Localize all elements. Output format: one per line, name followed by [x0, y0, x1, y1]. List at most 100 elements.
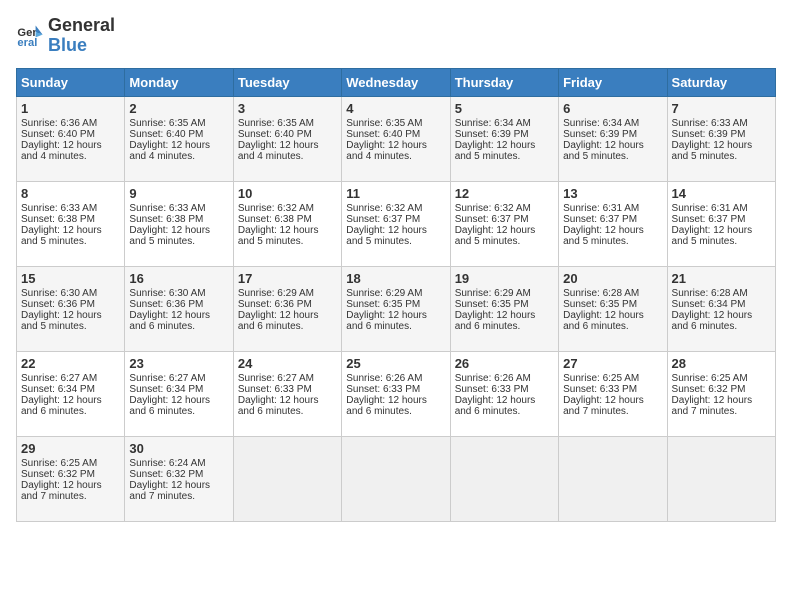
- day-info-line: Sunrise: 6:25 AM: [21, 458, 120, 469]
- day-info-line: Sunrise: 6:28 AM: [672, 288, 771, 299]
- day-number: 11: [346, 186, 445, 201]
- day-number: 13: [563, 186, 662, 201]
- header-friday: Friday: [559, 68, 667, 96]
- day-number: 26: [455, 356, 554, 371]
- day-info-line: Sunrise: 6:32 AM: [455, 203, 554, 214]
- day-number: 28: [672, 356, 771, 371]
- day-number: 24: [238, 356, 337, 371]
- day-info-line: Daylight: 12 hours: [238, 310, 337, 321]
- day-info-line: Sunrise: 6:30 AM: [21, 288, 120, 299]
- day-info-line: Daylight: 12 hours: [672, 140, 771, 151]
- day-info-line: Sunrise: 6:27 AM: [129, 373, 228, 384]
- day-info-line: Daylight: 12 hours: [21, 310, 120, 321]
- day-info-line: Sunset: 6:34 PM: [129, 384, 228, 395]
- day-info-line: Sunset: 6:36 PM: [129, 299, 228, 310]
- day-info-line: and 4 minutes.: [346, 151, 445, 162]
- day-info-line: and 5 minutes.: [563, 151, 662, 162]
- day-info-line: Sunset: 6:37 PM: [672, 214, 771, 225]
- day-info-line: and 6 minutes.: [129, 406, 228, 417]
- calendar-cell: 23Sunrise: 6:27 AMSunset: 6:34 PMDayligh…: [125, 351, 233, 436]
- week-row-4: 22Sunrise: 6:27 AMSunset: 6:34 PMDayligh…: [17, 351, 776, 436]
- day-number: 20: [563, 271, 662, 286]
- day-info-line: Sunrise: 6:32 AM: [238, 203, 337, 214]
- day-info-line: Sunrise: 6:25 AM: [672, 373, 771, 384]
- day-info-line: Daylight: 12 hours: [21, 480, 120, 491]
- calendar-cell: 10Sunrise: 6:32 AMSunset: 6:38 PMDayligh…: [233, 181, 341, 266]
- day-info-line: Sunrise: 6:33 AM: [129, 203, 228, 214]
- day-info-line: Daylight: 12 hours: [346, 140, 445, 151]
- day-info-line: Sunrise: 6:33 AM: [21, 203, 120, 214]
- logo-text: General Blue: [48, 16, 115, 56]
- day-info-line: and 6 minutes.: [346, 321, 445, 332]
- day-number: 7: [672, 101, 771, 116]
- day-info-line: Daylight: 12 hours: [563, 225, 662, 236]
- calendar-cell: [667, 436, 775, 521]
- day-number: 1: [21, 101, 120, 116]
- calendar-cell: 8Sunrise: 6:33 AMSunset: 6:38 PMDaylight…: [17, 181, 125, 266]
- day-info-line: and 5 minutes.: [346, 236, 445, 247]
- calendar-cell: 22Sunrise: 6:27 AMSunset: 6:34 PMDayligh…: [17, 351, 125, 436]
- calendar-cell: 26Sunrise: 6:26 AMSunset: 6:33 PMDayligh…: [450, 351, 558, 436]
- week-row-1: 1Sunrise: 6:36 AMSunset: 6:40 PMDaylight…: [17, 96, 776, 181]
- day-info-line: Sunset: 6:38 PM: [129, 214, 228, 225]
- logo-icon: Gen eral: [16, 22, 44, 50]
- day-info-line: and 6 minutes.: [346, 406, 445, 417]
- day-info-line: Daylight: 12 hours: [672, 395, 771, 406]
- day-info-line: and 5 minutes.: [455, 151, 554, 162]
- logo: Gen eral General Blue: [16, 16, 115, 56]
- day-info-line: Sunset: 6:33 PM: [455, 384, 554, 395]
- day-info-line: and 6 minutes.: [672, 321, 771, 332]
- day-number: 6: [563, 101, 662, 116]
- header-wednesday: Wednesday: [342, 68, 450, 96]
- day-info-line: and 5 minutes.: [129, 236, 228, 247]
- day-info-line: and 7 minutes.: [672, 406, 771, 417]
- calendar-cell: 28Sunrise: 6:25 AMSunset: 6:32 PMDayligh…: [667, 351, 775, 436]
- calendar-cell: 4Sunrise: 6:35 AMSunset: 6:40 PMDaylight…: [342, 96, 450, 181]
- day-info-line: and 6 minutes.: [455, 406, 554, 417]
- day-info-line: Sunset: 6:34 PM: [672, 299, 771, 310]
- day-info-line: Sunrise: 6:31 AM: [672, 203, 771, 214]
- calendar-cell: 9Sunrise: 6:33 AMSunset: 6:38 PMDaylight…: [125, 181, 233, 266]
- day-info-line: Sunrise: 6:30 AM: [129, 288, 228, 299]
- day-info-line: Sunset: 6:32 PM: [129, 469, 228, 480]
- calendar-cell: 24Sunrise: 6:27 AMSunset: 6:33 PMDayligh…: [233, 351, 341, 436]
- calendar-cell: [233, 436, 341, 521]
- day-info-line: and 6 minutes.: [238, 321, 337, 332]
- day-number: 18: [346, 271, 445, 286]
- day-info-line: Sunrise: 6:29 AM: [455, 288, 554, 299]
- day-info-line: Sunset: 6:40 PM: [346, 129, 445, 140]
- day-info-line: Sunset: 6:38 PM: [21, 214, 120, 225]
- day-info-line: Daylight: 12 hours: [129, 140, 228, 151]
- calendar-cell: 29Sunrise: 6:25 AMSunset: 6:32 PMDayligh…: [17, 436, 125, 521]
- day-info-line: Sunrise: 6:27 AM: [21, 373, 120, 384]
- day-info-line: and 7 minutes.: [21, 491, 120, 502]
- day-info-line: Sunset: 6:40 PM: [238, 129, 337, 140]
- calendar-cell: 27Sunrise: 6:25 AMSunset: 6:33 PMDayligh…: [559, 351, 667, 436]
- calendar-table: SundayMondayTuesdayWednesdayThursdayFrid…: [16, 68, 776, 522]
- day-number: 21: [672, 271, 771, 286]
- day-number: 12: [455, 186, 554, 201]
- calendar-cell: [342, 436, 450, 521]
- day-info-line: Daylight: 12 hours: [238, 225, 337, 236]
- day-info-line: Daylight: 12 hours: [238, 140, 337, 151]
- day-info-line: Sunset: 6:37 PM: [455, 214, 554, 225]
- day-number: 25: [346, 356, 445, 371]
- day-info-line: Sunset: 6:35 PM: [455, 299, 554, 310]
- day-info-line: and 4 minutes.: [238, 151, 337, 162]
- day-info-line: Sunset: 6:35 PM: [346, 299, 445, 310]
- day-number: 22: [21, 356, 120, 371]
- day-info-line: Sunset: 6:39 PM: [672, 129, 771, 140]
- calendar-cell: [450, 436, 558, 521]
- day-number: 19: [455, 271, 554, 286]
- day-info-line: Daylight: 12 hours: [21, 225, 120, 236]
- day-info-line: Sunrise: 6:33 AM: [672, 118, 771, 129]
- day-info-line: Sunrise: 6:26 AM: [346, 373, 445, 384]
- day-number: 9: [129, 186, 228, 201]
- day-info-line: Sunrise: 6:29 AM: [346, 288, 445, 299]
- day-info-line: Daylight: 12 hours: [563, 310, 662, 321]
- calendar-cell: 18Sunrise: 6:29 AMSunset: 6:35 PMDayligh…: [342, 266, 450, 351]
- calendar-cell: 2Sunrise: 6:35 AMSunset: 6:40 PMDaylight…: [125, 96, 233, 181]
- day-info-line: Sunset: 6:39 PM: [563, 129, 662, 140]
- day-info-line: and 7 minutes.: [129, 491, 228, 502]
- day-info-line: Sunrise: 6:31 AM: [563, 203, 662, 214]
